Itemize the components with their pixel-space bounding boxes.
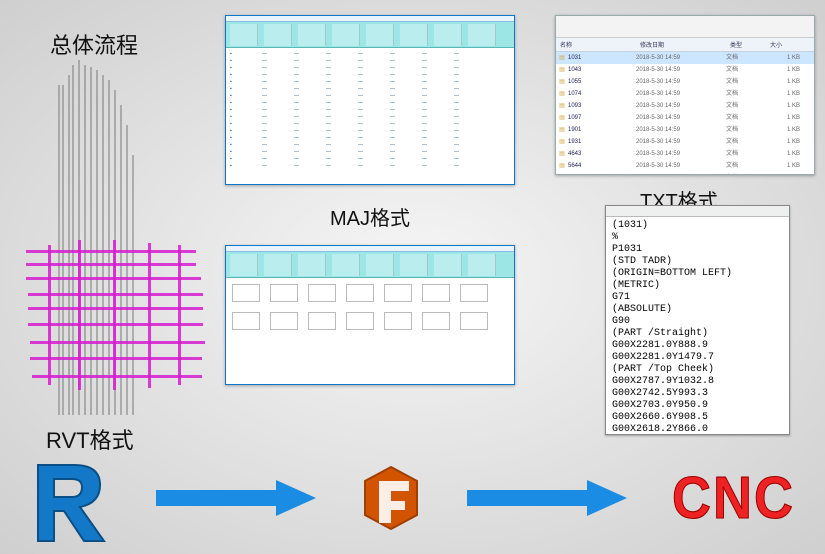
file-row[interactable]: ▤10932018-5-30 14:59文档1 KB <box>556 100 814 112</box>
col-type: 类型 <box>726 38 766 51</box>
maj-template-window <box>225 245 515 385</box>
file-row[interactable]: ▤10312018-5-30 14:59文档1 KB <box>556 52 814 64</box>
ribbon-toolbar <box>226 22 514 48</box>
explorer-header: 名称 修改日期 类型 大小 <box>556 38 814 52</box>
workflow-diagram: CNC <box>30 450 795 545</box>
file-row[interactable]: ▤56442018-5-30 14:59文档1 KB <box>556 160 814 172</box>
file-row[interactable]: ▤10432018-5-30 14:59文档1 KB <box>556 64 814 76</box>
data-grid: ▪——————— ▪——————— ▪——————— ▪——————— ▪———… <box>226 48 514 173</box>
file-row[interactable]: ▤10742018-5-30 14:59文档1 KB <box>556 88 814 100</box>
template-thumbnails <box>226 278 514 336</box>
arrow-icon <box>156 480 316 516</box>
col-size: 大小 <box>766 38 800 51</box>
ribbon-toolbar <box>226 252 514 278</box>
file-row[interactable]: ▤19012018-5-30 14:59文档1 KB <box>556 124 814 136</box>
fabrication-logo-icon <box>361 463 421 533</box>
file-row[interactable]: ▤46432018-5-30 14:59文档1 KB <box>556 148 814 160</box>
maj-data-window: ▪——————— ▪——————— ▪——————— ▪——————— ▪———… <box>225 15 515 185</box>
file-row[interactable]: ▤74812018-5-30 14:59文档1 KB <box>556 172 814 175</box>
revit-logo-icon <box>30 453 110 543</box>
file-list: ▤10312018-5-30 14:59文档1 KB▤10432018-5-30… <box>556 52 814 175</box>
col-date: 修改日期 <box>636 38 726 51</box>
maj-label: MAJ格式 <box>330 202 410 231</box>
file-explorer: 名称 修改日期 类型 大小 ▤10312018-5-30 14:59文档1 KB… <box>555 15 815 175</box>
explorer-chrome <box>556 16 814 38</box>
arrow-icon <box>467 480 627 516</box>
file-row[interactable]: ▤10972018-5-30 14:59文档1 KB <box>556 112 814 124</box>
txt-file-preview: (1031)%P1031(STD TADR)(ORIGIN=BOTTOM LEF… <box>605 205 790 435</box>
file-row[interactable]: ▤19312018-5-30 14:59文档1 KB <box>556 136 814 148</box>
txt-content: (1031)%P1031(STD TADR)(ORIGIN=BOTTOM LEF… <box>612 220 783 435</box>
notepad-titlebar <box>606 206 789 217</box>
col-name: 名称 <box>556 38 636 51</box>
bim-3d-model <box>18 45 208 415</box>
cnc-text: CNC <box>672 467 795 529</box>
file-row[interactable]: ▤10552018-5-30 14:59文档1 KB <box>556 76 814 88</box>
